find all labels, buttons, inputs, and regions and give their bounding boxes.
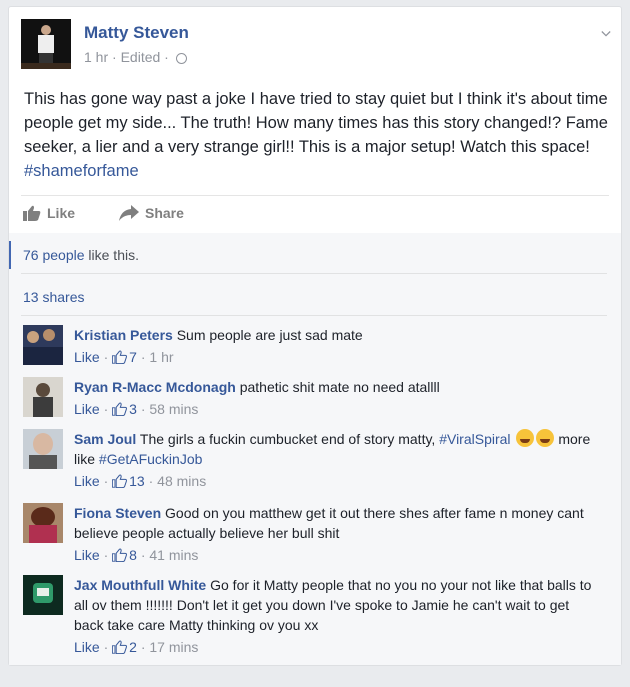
commenter-name[interactable]: Sam Joul xyxy=(74,431,136,447)
commenter-avatar[interactable] xyxy=(23,503,63,543)
comment-text: Sum people are just sad mate xyxy=(176,327,363,343)
laughing-emoji-icon xyxy=(536,429,555,447)
comment-hashtag[interactable]: #ViralSpiral xyxy=(439,431,510,447)
comment-meta: Like · 7 · 1 hr xyxy=(74,347,174,367)
comment-like-button[interactable]: Like xyxy=(74,399,100,419)
thumbs-up-icon xyxy=(23,205,41,221)
commenter-name[interactable]: Jax Mouthfull White xyxy=(74,577,206,593)
post-hashtag[interactable]: #shameforfame xyxy=(24,162,139,180)
chevron-down-icon[interactable] xyxy=(601,29,611,39)
comment-like-button[interactable]: Like xyxy=(74,637,100,657)
thumbs-up-icon xyxy=(112,402,128,416)
comments-section: 76 people like this. 13 shares Kristian … xyxy=(9,233,621,665)
post-text: This has gone way past a joke I have tri… xyxy=(24,87,609,183)
comment-like-count[interactable]: 8 xyxy=(129,545,137,565)
comment-like-button[interactable]: Like xyxy=(74,471,100,491)
comment-like-count[interactable]: 2 xyxy=(129,637,137,657)
divider xyxy=(21,273,607,274)
comment-meta: Like · 3 · 58 mins xyxy=(74,399,199,419)
comment-like-count[interactable]: 7 xyxy=(129,347,137,367)
post-body: This has gone way past a joke I have tri… xyxy=(24,90,608,156)
divider xyxy=(21,315,607,316)
comment-meta: Like · 13 · 48 mins xyxy=(74,471,207,491)
thumbs-up-icon xyxy=(112,350,128,364)
comment-meta: Like · 8 · 41 mins xyxy=(74,545,199,565)
comment-time[interactable]: 41 mins xyxy=(149,545,198,565)
likes-suffix: like this. xyxy=(88,247,139,263)
likes-summary: 76 people like this. xyxy=(23,247,139,263)
comment-time[interactable]: 17 mins xyxy=(149,637,198,657)
commenter-name[interactable]: Ryan R-Macc Mcdonagh xyxy=(74,379,236,395)
commenter-avatar[interactable] xyxy=(23,575,63,615)
like-button[interactable]: Like xyxy=(23,205,75,221)
author-avatar[interactable] xyxy=(21,19,71,69)
post-card: Matty Steven 1 hr · Edited · This has go… xyxy=(8,6,622,666)
comment-time[interactable]: 58 mins xyxy=(149,399,198,419)
comment-hashtag[interactable]: #GetAFuckinJob xyxy=(99,451,203,467)
thumbs-up-icon xyxy=(112,640,128,654)
thumbs-up-icon xyxy=(112,474,128,488)
comment-time[interactable]: 1 hr xyxy=(149,347,173,367)
action-bar: Like Share xyxy=(23,205,423,229)
likes-people-link[interactable]: 76 people xyxy=(23,247,85,263)
comment-text: pathetic shit mate no need atallll xyxy=(239,379,440,395)
commenter-name[interactable]: Fiona Steven xyxy=(74,505,161,521)
post-time[interactable]: 1 hr xyxy=(84,49,108,65)
comment-text: The girls a fuckin cumbucket end of stor… xyxy=(139,431,436,447)
thumbs-up-icon xyxy=(112,548,128,562)
post-header: Matty Steven 1 hr · Edited · xyxy=(21,19,611,71)
comment-time[interactable]: 48 mins xyxy=(157,471,206,491)
commenter-avatar[interactable] xyxy=(23,377,63,417)
post-meta: 1 hr · Edited · xyxy=(84,49,187,65)
comment-like-button[interactable]: Like xyxy=(74,545,100,565)
share-button[interactable]: Share xyxy=(119,205,184,221)
comment-like-count[interactable]: 3 xyxy=(129,399,137,419)
edited-label[interactable]: Edited xyxy=(121,49,161,65)
commenter-name[interactable]: Kristian Peters xyxy=(74,327,173,343)
comment-like-button[interactable]: Like xyxy=(74,347,100,367)
likes-indicator-bar xyxy=(9,241,11,269)
divider xyxy=(21,195,609,196)
author-name[interactable]: Matty Steven xyxy=(84,23,189,43)
shares-link[interactable]: 13 shares xyxy=(23,289,84,305)
commenter-avatar[interactable] xyxy=(23,325,63,365)
laughing-emoji-icon xyxy=(516,429,535,447)
comment-like-count[interactable]: 13 xyxy=(129,471,145,491)
comment-meta: Like · 2 · 17 mins xyxy=(74,637,199,657)
commenter-avatar[interactable] xyxy=(23,429,63,469)
globe-icon[interactable] xyxy=(175,53,187,64)
share-arrow-icon xyxy=(119,205,139,221)
